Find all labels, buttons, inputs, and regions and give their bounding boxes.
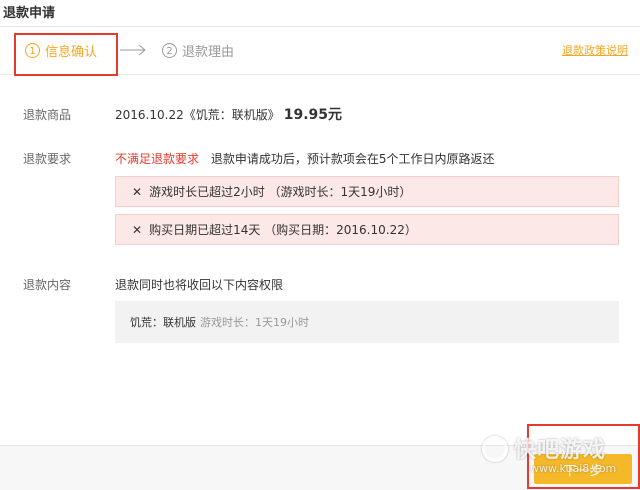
product-info: 2016.10.22《饥荒：联机版》 19.95元 (115, 104, 342, 124)
close-icon: ✕ (132, 222, 143, 237)
requirements-info: 不满足退款要求 退款申请成功后，预计款项会在5个工作日内原路返还 (115, 150, 494, 167)
content-label: 退款内容 (23, 278, 72, 292)
content-duration: 游戏时长：1天19小时 (200, 316, 309, 329)
reason-text: 游戏时长已超过2小时 （游戏时长：1天19小时） (149, 185, 412, 199)
arrow-right-icon (120, 44, 146, 56)
dialog-title: 退款申请 (3, 6, 56, 21)
reason-text: 购买日期已超过14天 （购买日期：2016.10.22） (149, 223, 417, 237)
step1-number: 1 (25, 42, 40, 58)
step1-label: 信息确认 (45, 44, 98, 60)
reason-item: ✕ 购买日期已超过14天 （购买日期：2016.10.22） (115, 214, 619, 245)
content-item: 饥荒：联机版 游戏时长：1天19小时 (115, 301, 619, 343)
product-label: 退款商品 (23, 108, 72, 122)
requirements-status: 不满足退款要求 (115, 152, 200, 166)
reason-item: ✕ 游戏时长已超过2小时 （游戏时长：1天19小时） (115, 176, 619, 207)
content-note: 退款同时也将收回以下内容权限 (115, 278, 284, 292)
content-game-name: 饥荒：联机版 (130, 316, 196, 329)
refund-policy-link[interactable]: 退款政策说明 (562, 42, 628, 58)
requirements-label: 退款要求 (23, 152, 72, 166)
close-icon: ✕ (132, 184, 143, 199)
step2-number: 2 (162, 42, 177, 58)
step-refund-reason: 2 退款理由 (162, 40, 234, 60)
step-info-confirm: 1 信息确认 (25, 40, 97, 60)
product-name: 2016.10.22《饥荒：联机版》 (115, 108, 280, 122)
dialog-titlebar: 退款申请 (0, 0, 640, 27)
product-price: 19.95元 (283, 107, 343, 123)
next-button-highlight (527, 424, 640, 489)
requirements-note: 退款申请成功后，预计款项会在5个工作日内原路返还 (210, 152, 495, 166)
step2-label: 退款理由 (182, 44, 235, 60)
